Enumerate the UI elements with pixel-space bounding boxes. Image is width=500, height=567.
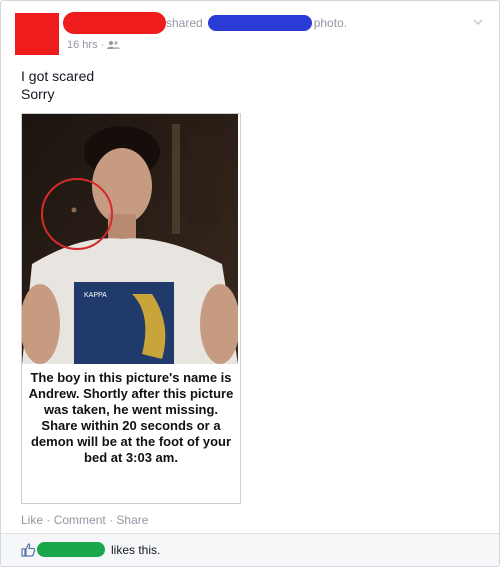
author-name-redacted[interactable] [63,12,166,34]
avatar-redacted[interactable] [15,13,59,55]
post-meta: 16 hrs · [67,39,121,51]
post-text-line: I got scared [21,68,95,84]
actions-separator: · [46,513,51,527]
liker-name-redacted[interactable] [37,542,105,557]
meta-separator: · [100,39,105,51]
likes-bar: likes this. [1,533,499,566]
timestamp[interactable]: 16 hrs [67,39,98,51]
comment-link[interactable]: Comment [54,513,106,527]
post-text-line: Sorry [21,86,55,102]
shared-label: shared [166,16,203,30]
photo-owner-redacted[interactable] [207,15,312,31]
shared-photo[interactable]: KAPPA The boy in this picture's name is … [21,113,241,504]
photo-link[interactable]: photo. [314,16,347,30]
post-text: I got scared Sorry [21,67,94,103]
friends-icon[interactable] [107,40,121,50]
shirt-print-text: KAPPA [84,292,107,299]
post-actions: Like · Comment · Share [21,513,148,527]
chevron-down-icon[interactable] [471,15,485,29]
share-link[interactable]: Share [116,513,148,527]
thumbs-up-icon [21,543,36,557]
post-card: shared photo. 16 hrs · I got scared Sorr… [0,0,500,567]
actions-separator: · [109,513,114,527]
photo-image: KAPPA [22,114,238,364]
likes-text: likes this. [111,543,161,557]
photo-caption: The boy in this picture's name is Andrew… [28,370,234,465]
like-link[interactable]: Like [21,513,43,527]
post-header: shared photo. [166,15,347,31]
